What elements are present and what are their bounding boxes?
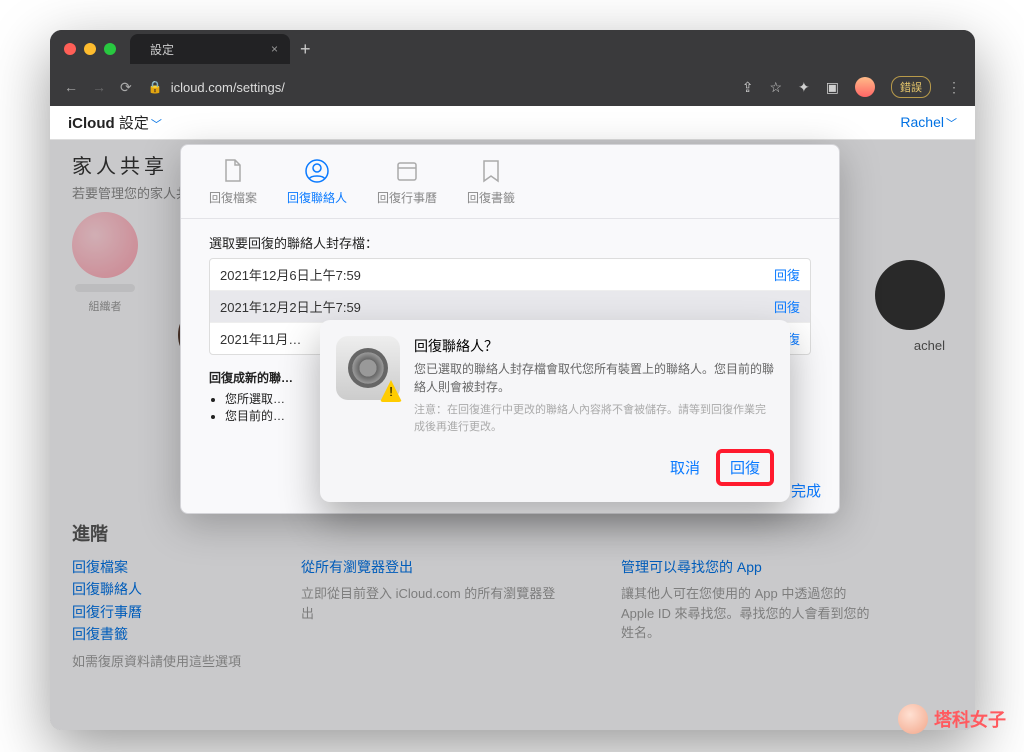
calendar-icon [395, 157, 419, 185]
tab-restore-contacts[interactable]: 回復聯絡人 [275, 153, 359, 210]
highlight-annotation: 回復 [716, 449, 774, 486]
page-content: iCloud 設定﹀ Rachel﹀ 家人共享 若要管理您的家人共享，請… 組織… [50, 106, 975, 730]
watermark: 塔科女子 [898, 704, 1006, 734]
chevron-down-icon: ﹀ [946, 118, 957, 130]
window-traffic-lights [64, 43, 116, 55]
error-badge[interactable]: 錯誤 [891, 76, 931, 98]
dialog-title: 回復聯絡人？ [414, 336, 774, 356]
dialog-note: 注意：在回復進行中更改的聯絡人內容將不會被儲存。請等到回復作業完成後再進行更改。 [414, 402, 774, 435]
cancel-button[interactable]: 取消 [670, 457, 700, 478]
cast-icon[interactable]: ▣ [826, 79, 839, 96]
confirm-restore-button[interactable]: 回復 [730, 457, 760, 478]
done-button[interactable]: 完成 [791, 480, 821, 501]
archive-row[interactable]: 2021年12月2日上午7:59 回復 [210, 291, 810, 323]
panel-tabs: 回復檔案 回復聯絡人 回復行事曆 回復書籤 [181, 145, 839, 219]
titlebar: 設定 × + [50, 30, 975, 68]
archive-row[interactable]: 2021年12月6日上午7:59 回復 [210, 259, 810, 291]
back-button[interactable]: ← [64, 79, 78, 96]
contact-icon [305, 157, 329, 185]
url-text: icloud.com/settings/ [171, 80, 285, 95]
tab-restore-calendars[interactable]: 回復行事曆 [365, 153, 449, 210]
icloud-header: iCloud 設定﹀ Rachel﹀ [50, 106, 975, 140]
forward-button[interactable]: → [92, 79, 106, 96]
browser-toolbar: ← → ⟳ 🔒 icloud.com/settings/ ⇪ ☆ ✦ ▣ 錯誤 … [50, 68, 975, 106]
user-menu[interactable]: Rachel﹀ [900, 114, 957, 131]
share-icon[interactable]: ⇪ [742, 79, 754, 96]
close-window-button[interactable] [64, 43, 76, 55]
archive-date: 2021年12月6日上午7:59 [220, 265, 361, 284]
fullscreen-window-button[interactable] [104, 43, 116, 55]
bookmark-icon [479, 157, 503, 185]
new-tab-button[interactable]: + [300, 39, 311, 60]
watermark-avatar [898, 704, 928, 734]
archive-date: 2021年12月2日上午7:59 [220, 297, 361, 316]
browser-window: 設定 × + ← → ⟳ 🔒 icloud.com/settings/ ⇪ ☆ … [50, 30, 975, 730]
restore-action[interactable]: 回復 [774, 297, 800, 316]
browser-tab[interactable]: 設定 × [130, 34, 290, 64]
restore-action[interactable]: 回復 [774, 265, 800, 284]
confirm-dialog: ! 回復聯絡人？ 您已選取的聯絡人封存檔會取代您所有裝置上的聯絡人。您目前的聯絡… [320, 320, 790, 502]
file-icon [221, 157, 245, 185]
warning-icon: ! [380, 380, 402, 402]
profile-avatar[interactable] [855, 77, 875, 97]
extensions-icon[interactable]: ✦ [798, 79, 810, 96]
star-icon[interactable]: ☆ [769, 79, 782, 96]
kebab-menu-icon[interactable]: ⋮ [947, 79, 961, 96]
archive-list-label: 選取要回復的聯絡人封存檔： [209, 233, 811, 252]
close-tab-icon[interactable]: × [271, 42, 278, 56]
icloud-brand[interactable]: iCloud 設定﹀ [68, 112, 162, 133]
lock-icon: 🔒 [148, 80, 163, 94]
minimize-window-button[interactable] [84, 43, 96, 55]
watermark-text: 塔科女子 [934, 706, 1006, 732]
settings-app-icon: ! [336, 336, 400, 400]
tab-restore-files[interactable]: 回復檔案 [197, 153, 269, 210]
reload-button[interactable]: ⟳ [120, 79, 132, 96]
dialog-message: 您已選取的聯絡人封存檔會取代您所有裝置上的聯絡人。您目前的聯絡人則會被封存。 [414, 360, 774, 396]
settings-page: 家人共享 若要管理您的家人共享，請… 組織者 成人 achel [50, 140, 975, 730]
tab-restore-bookmarks[interactable]: 回復書籤 [455, 153, 527, 210]
tab-title: 設定 [150, 41, 174, 58]
gear-icon [348, 348, 388, 388]
archive-date: 2021年11月… [220, 329, 301, 348]
chevron-down-icon: ﹀ [151, 119, 162, 131]
url-bar[interactable]: 🔒 icloud.com/settings/ [148, 80, 726, 95]
